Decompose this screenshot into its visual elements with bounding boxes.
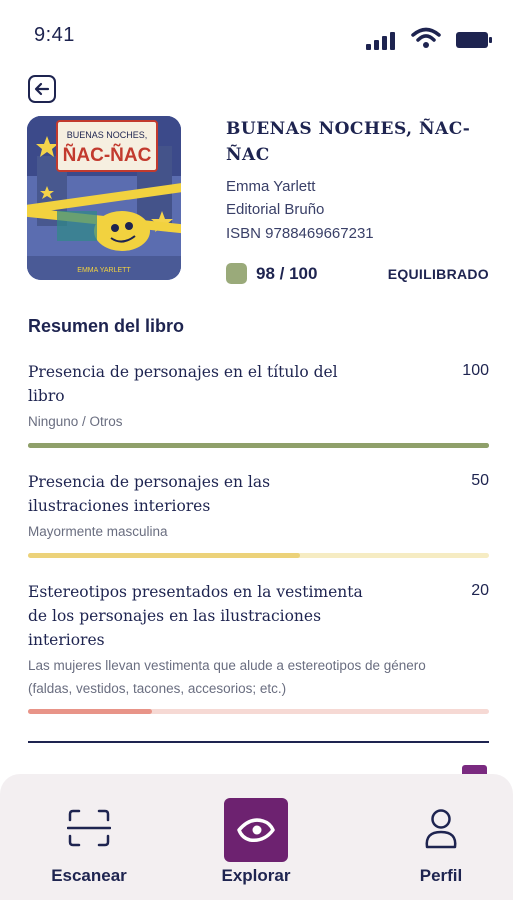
criterion-label: Presencia de personajes en el título del… xyxy=(28,363,338,405)
signal-icon xyxy=(366,32,395,50)
criterion-label: Presencia de personajes en las ilustraci… xyxy=(28,473,271,515)
book-verdict: EQUILIBRADO xyxy=(387,266,489,282)
nav-scan-label: Escanear xyxy=(51,866,127,885)
bottom-nav: Escanear Explorar Perfil xyxy=(0,774,513,900)
nav-scan[interactable]: Escanear xyxy=(19,774,159,900)
book-author: Emma Yarlett xyxy=(226,178,316,195)
criterion-detail: Las mujeres llevan vestimenta que alude … xyxy=(28,658,426,696)
criterion-bar-fill xyxy=(28,709,153,714)
book-title: BUENAS NOCHES, ÑAC-ÑAC xyxy=(226,119,471,165)
criterion-detail: Ninguno / Otros xyxy=(28,414,123,429)
wifi-icon xyxy=(411,27,441,48)
criterion-label: Estereotipos presentados en la vestiment… xyxy=(28,583,363,649)
criterion-bar xyxy=(28,553,489,558)
nav-profile[interactable]: Perfil xyxy=(371,774,511,900)
score-indicator xyxy=(226,263,247,284)
criterion-detail: Mayormente masculina xyxy=(28,524,168,539)
nav-profile-label: Perfil xyxy=(419,866,463,885)
back-button[interactable] xyxy=(28,75,56,103)
user-icon xyxy=(425,809,457,849)
book-isbn: ISBN 9788469667231 xyxy=(226,225,374,242)
nav-explore[interactable]: Explorar xyxy=(186,774,326,900)
book-cover-illustration: BUENAS NOCHES, ÑAC-ÑAC EMMA YARLETT xyxy=(27,116,181,280)
cover-main-text: ÑAC-ÑAC xyxy=(63,144,152,166)
cover-author-text: EMMA YARLETT xyxy=(77,267,131,274)
criterion-value: 20 xyxy=(471,582,489,599)
summary-heading: Resumen del libro xyxy=(28,316,185,336)
book-score: 98 / 100 xyxy=(256,264,318,283)
arrow-left-icon xyxy=(34,82,50,96)
status-time: 9:41 xyxy=(34,24,75,46)
criterion-bar-fill xyxy=(28,443,489,448)
scan-icon xyxy=(67,809,111,847)
criterion-value: 100 xyxy=(462,362,489,379)
book-publisher: Editorial Bruño xyxy=(226,201,325,218)
book-cover: BUENAS NOCHES, ÑAC-ÑAC EMMA YARLETT xyxy=(27,116,181,280)
explore-button[interactable] xyxy=(224,798,288,862)
criterion-bar xyxy=(28,443,489,448)
cover-top-text: BUENAS NOCHES, xyxy=(67,130,148,140)
criterion-value: 50 xyxy=(471,472,489,489)
status-bar: 9:41 xyxy=(0,0,513,70)
nav-explore-label: Explorar xyxy=(221,866,291,885)
eye-icon xyxy=(237,818,275,843)
section-divider xyxy=(28,741,489,743)
battery-icon xyxy=(456,32,492,48)
criterion-bar xyxy=(28,709,489,714)
criterion-bar-fill xyxy=(28,553,300,558)
